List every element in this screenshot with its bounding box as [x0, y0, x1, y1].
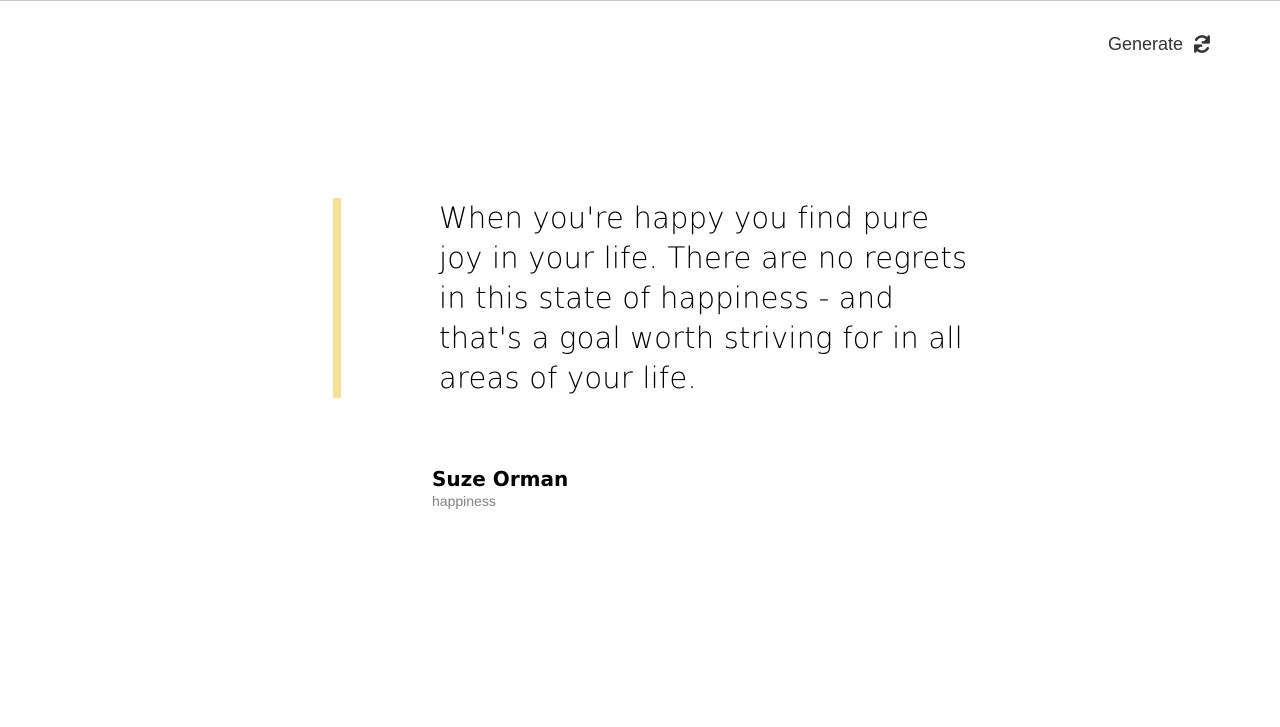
generate-label: Generate — [1108, 33, 1184, 54]
quote-author: Suze Orman — [432, 467, 569, 491]
generate-button[interactable]: Generate — [1104, 32, 1216, 56]
quote-genre: happiness — [432, 493, 496, 509]
quote-author-block: Suze Orman happiness — [432, 466, 568, 510]
refresh-icon — [1192, 34, 1212, 54]
quote-text: When you're happy you find pure joy in y… — [439, 201, 968, 395]
top-border — [0, 0, 1280, 1]
quote-accent-bar — [333, 198, 341, 398]
